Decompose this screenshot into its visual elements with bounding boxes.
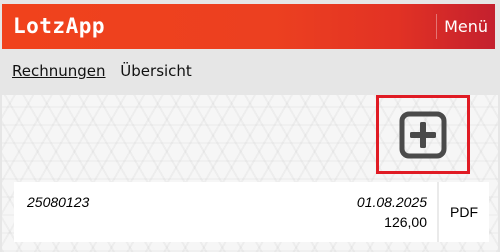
plus-square-icon[interactable] xyxy=(398,110,448,160)
pdf-button[interactable]: PDF xyxy=(437,182,489,242)
invoice-details: 25080123 01.08.2025 126,00 xyxy=(14,182,437,242)
app-title: LotzApp xyxy=(13,14,106,38)
content-area: 25080123 01.08.2025 126,00 PDF xyxy=(2,95,498,252)
invoice-date: 01.08.2025 xyxy=(356,194,427,210)
menu-button[interactable]: Menü xyxy=(436,4,495,49)
add-button-highlight xyxy=(376,95,470,174)
nav-item-rechnungen[interactable]: Rechnungen xyxy=(12,62,106,80)
invoice-number: 25080123 xyxy=(27,194,90,210)
main-nav: Rechnungen Übersicht xyxy=(12,62,202,80)
invoice-amount: 126,00 xyxy=(384,214,427,230)
invoice-row[interactable]: 25080123 01.08.2025 126,00 PDF xyxy=(14,182,489,242)
nav-item-uebersicht[interactable]: Übersicht xyxy=(120,62,192,80)
app-header: LotzApp Menü xyxy=(2,4,495,49)
app-window: LotzApp Menü Rechnungen Übersicht 250801… xyxy=(0,0,500,252)
